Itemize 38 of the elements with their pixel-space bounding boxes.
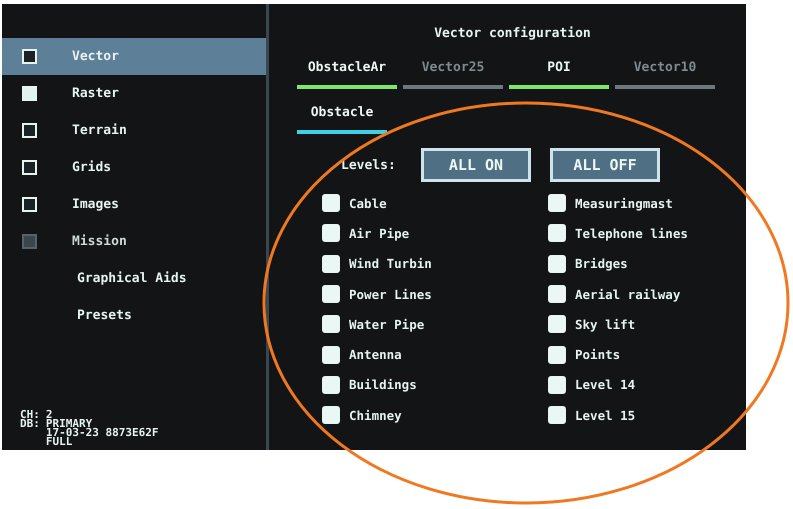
checkbox-label: Aerial railway: [575, 286, 680, 302]
sidebar-item[interactable]: Graphical Aids: [2, 260, 266, 297]
tab[interactable]: POI: [509, 54, 609, 89]
sidebar-item[interactable]: Vector: [2, 38, 266, 75]
checkbox-label: Water Pipe: [349, 316, 424, 332]
sidebar-item[interactable]: Terrain: [2, 112, 266, 149]
status-value: PRIMARY: [46, 419, 92, 428]
checkbox-label: Bridges: [575, 256, 628, 272]
checkbox-label: Air Pipe: [349, 226, 410, 241]
sidebar-item[interactable]: Raster: [2, 75, 266, 112]
levels-button[interactable]: ALL ON: [421, 148, 531, 182]
checkbox-label: Level 14: [575, 377, 636, 392]
tab[interactable]: Vector25: [403, 54, 503, 89]
tab[interactable]: Obstacle: [297, 99, 387, 134]
checkbox-label: Antenna: [349, 347, 402, 362]
status-label: CH:: [20, 410, 40, 419]
panel-title: Vector configuration: [433, 26, 592, 43]
checkbox-label: Sky lift: [575, 316, 636, 332]
sidebar-item[interactable]: Grids: [2, 149, 266, 186]
sidebar-item[interactable]: Presets: [2, 297, 266, 334]
checkbox-label: Power Lines: [349, 286, 432, 302]
checkbox-label: Wind Turbin: [349, 256, 432, 272]
levels-label: Levels:: [341, 158, 397, 172]
status-value: 2: [46, 410, 52, 419]
checkbox-label: Points: [575, 347, 620, 362]
checkbox-label: Cable: [349, 196, 387, 211]
tab[interactable]: Vector10: [615, 54, 715, 89]
levels-button[interactable]: ALL OFF: [550, 148, 660, 182]
checkbox-label: Chimney: [349, 408, 402, 423]
status-value: FULL: [46, 437, 72, 446]
checkbox-label: Measuringmast: [575, 196, 673, 211]
checkbox-label: Level 15: [575, 408, 636, 423]
tab[interactable]: ObstacleAr: [297, 54, 397, 89]
status-value: 17-03-23 8873E62F: [46, 428, 158, 437]
status-label: DB:: [20, 419, 40, 428]
sidebar-item[interactable]: Images: [2, 186, 266, 223]
checkbox-label: Telephone lines: [575, 226, 688, 241]
checkbox-label: Buildings: [349, 377, 417, 392]
